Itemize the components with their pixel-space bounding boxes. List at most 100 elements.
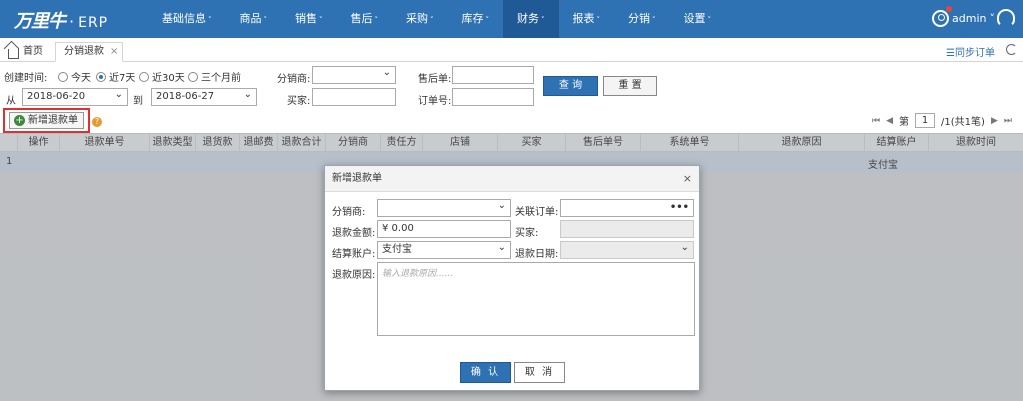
chevron-down-icon: ˅: [319, 16, 323, 24]
prev-page-icon[interactable]: ◀: [886, 116, 893, 126]
nav-item-finance[interactable]: 财务 ˅: [503, 0, 559, 38]
radio-label: 今天: [71, 73, 91, 84]
user-menu[interactable]: admin ˅: [932, 10, 995, 27]
logo-mark: 万里牛: [14, 11, 66, 32]
distributor-label: 分销商:: [277, 74, 311, 85]
nav-item-settings[interactable]: 设置 ˅: [670, 0, 726, 38]
nav-label: 库存: [461, 12, 484, 25]
nav-item-goods[interactable]: 商品 ˅: [226, 0, 282, 38]
tab-distribution-refund[interactable]: 分销退款 ×: [55, 42, 123, 62]
aftersale-label: 售后单:: [418, 74, 452, 85]
headset-icon[interactable]: [997, 9, 1015, 27]
to-date-select[interactable]: 2018-06-27: [151, 87, 257, 106]
distributor-select[interactable]: [377, 198, 511, 217]
query-button[interactable]: 查 询: [543, 76, 598, 96]
radio-30days[interactable]: 近30天: [139, 69, 185, 84]
radio-today[interactable]: 今天: [58, 69, 91, 84]
nav-item-basic-info[interactable]: 基础信息 ˅: [148, 0, 226, 38]
aftersale-input[interactable]: [452, 66, 534, 84]
nav-label: 分销: [628, 12, 650, 25]
more-icon[interactable]: •••: [670, 200, 689, 216]
tab-bar: 首页 分销退款 ×: [0, 38, 1023, 62]
nav-item-distribution[interactable]: 分销 ˅: [614, 0, 670, 38]
chevron-down-icon: ˅: [596, 16, 601, 24]
nav-item-aftersale[interactable]: 售后 ˅: [337, 0, 393, 38]
next-page-icon[interactable]: ▶: [991, 116, 998, 126]
notification-dot-icon: [946, 6, 952, 12]
refund-date-label: 退款日期:: [515, 249, 559, 260]
buyer-label: 买家:: [515, 228, 539, 239]
account-select[interactable]: 支付宝: [377, 240, 511, 259]
tab-home[interactable]: 首页: [8, 42, 43, 62]
reset-button[interactable]: 重 置: [603, 76, 657, 96]
related-order-label: 关联订单:: [515, 207, 559, 218]
chevron-down-icon: ˅: [430, 16, 434, 24]
refresh-icon[interactable]: [1006, 44, 1017, 55]
nav-item-sales[interactable]: 销售 ˅: [281, 0, 337, 38]
nav-item-purchase[interactable]: 采购 ˅: [392, 0, 448, 38]
to-label: 到: [133, 96, 143, 107]
chevron-down-icon: ˅: [485, 16, 490, 24]
order-label: 订单号:: [418, 96, 452, 107]
app-logo[interactable]: 万里牛 · ERP: [14, 7, 108, 33]
distributor-label: 分销商:: [332, 207, 366, 218]
radio-label: 近7天: [109, 73, 136, 84]
account-label: 结算账户:: [332, 249, 376, 260]
home-icon: [8, 48, 19, 59]
new-refund-dialog: 新增退款单 × 分销商: 关联订单: ••• 退款金额: ¥ 0.00 买家: …: [324, 165, 700, 391]
nav-label: 商品: [239, 12, 262, 25]
nav-label: 财务: [517, 12, 539, 25]
plus-icon: +: [14, 115, 25, 126]
chevron-down-icon: ˅: [652, 16, 656, 24]
close-icon[interactable]: ×: [110, 46, 118, 57]
radio-label: 近30天: [152, 73, 185, 84]
pagination: ⏮ ◀ 第 1 /1(共1笔) ▶ ⏭: [872, 113, 1012, 128]
reason-textarea[interactable]: 输入退款原因......: [377, 262, 695, 336]
add-refund-label: 新增退款单: [28, 115, 78, 126]
logo-dot: ·: [69, 12, 75, 31]
last-page-icon[interactable]: ⏭: [1004, 116, 1012, 126]
chevron-down-icon: ˅: [707, 16, 712, 24]
nav-label: 基础信息: [162, 12, 206, 25]
cancel-button[interactable]: 取 消: [514, 362, 565, 383]
radio-7days[interactable]: 近7天: [96, 69, 135, 84]
radio-circle-icon: [139, 71, 149, 82]
first-page-icon[interactable]: ⏮: [872, 116, 880, 126]
user-name: admin: [952, 12, 987, 25]
help-icon[interactable]: ?: [92, 117, 102, 127]
page-label: 第: [899, 117, 910, 128]
distributor-select[interactable]: [312, 65, 396, 84]
chevron-down-icon: ˅: [208, 16, 212, 24]
page-number-input[interactable]: 1: [915, 113, 936, 128]
nav-label: 售后: [350, 12, 373, 25]
tab-label: 分销退款: [64, 46, 104, 57]
confirm-button[interactable]: 确 认: [460, 362, 511, 383]
chevron-down-icon: ˅: [989, 12, 995, 25]
nav-label: 销售: [295, 12, 317, 25]
refund-date-select: [560, 240, 694, 259]
top-navbar: 万里牛 · ERP 基础信息 ˅ 商品 ˅ 销售 ˅ 售后 ˅ 采购 ˅ 库存 ˅ 财务 ˅ …: [0, 0, 1023, 38]
nav-item-inventory[interactable]: 库存 ˅: [448, 0, 504, 38]
user-avatar-icon: [932, 10, 949, 27]
from-date-select[interactable]: 2018-06-20: [22, 87, 128, 106]
sync-orders-link[interactable]: ☰同步订单: [946, 44, 995, 59]
add-refund-highlight: + 新增退款单: [3, 108, 90, 133]
radio-circle-icon: [58, 71, 68, 82]
related-order-input[interactable]: •••: [560, 199, 694, 217]
nav-label: 采购: [406, 12, 428, 25]
order-input[interactable]: [452, 88, 534, 106]
radio-3months-ago[interactable]: 三个月前: [188, 69, 241, 84]
dialog-title: 新增退款单: [325, 166, 699, 192]
from-label: 从: [6, 96, 16, 107]
main-nav: 基础信息 ˅ 商品 ˅ 销售 ˅ 售后 ˅ 采购 ˅ 库存 ˅ 财务 ˅ 报表 ˅ 分销 ˅ 设置…: [148, 0, 725, 38]
close-icon[interactable]: ×: [683, 166, 692, 192]
buyer-input[interactable]: [312, 88, 396, 106]
nav-item-reports[interactable]: 报表 ˅: [559, 0, 615, 38]
chevron-down-icon: ˅: [263, 16, 268, 24]
add-refund-button[interactable]: + 新增退款单: [9, 112, 84, 129]
chevron-down-icon: ˅: [541, 16, 545, 24]
chevron-down-icon: ˅: [374, 16, 379, 24]
buyer-label: 买家:: [287, 96, 311, 107]
radio-circle-icon: [188, 71, 198, 82]
amount-input[interactable]: ¥ 0.00: [377, 220, 511, 238]
